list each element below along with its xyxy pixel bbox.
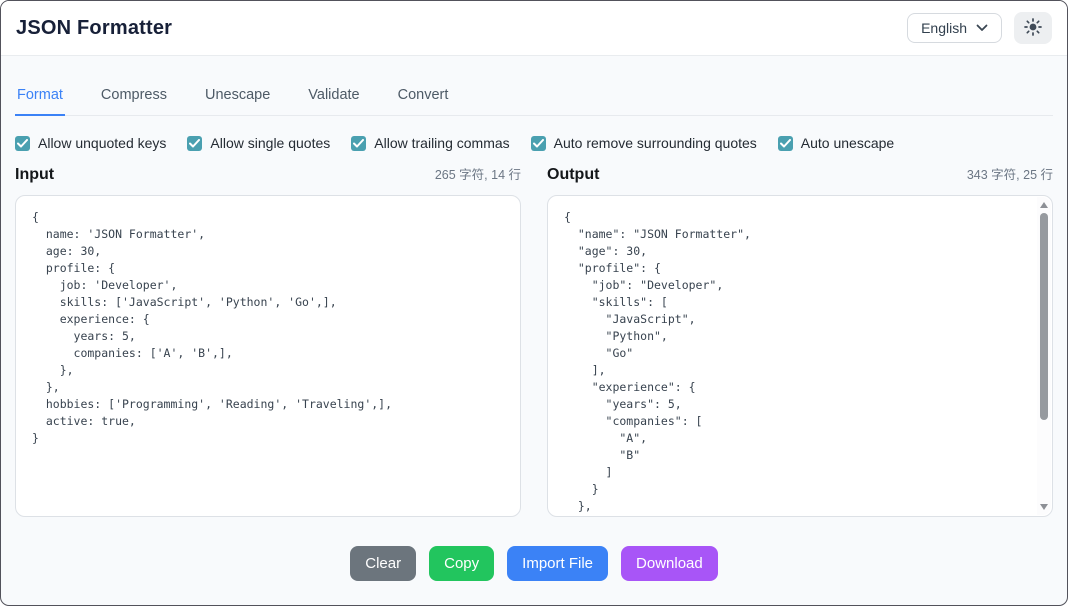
tab-convert[interactable]: Convert xyxy=(396,81,451,116)
input-editor[interactable]: { name: 'JSON Formatter', age: 30, profi… xyxy=(15,195,521,517)
output-panel-header: Output 343 字符, 25 行 xyxy=(547,164,1053,184)
scroll-down-arrow-icon[interactable] xyxy=(1040,504,1048,510)
scrollbar-thumb[interactable] xyxy=(1040,213,1048,420)
output-code: { "name": "JSON Formatter", "age": 30, "… xyxy=(548,196,1052,517)
option-label: Allow unquoted keys xyxy=(38,135,166,151)
option-allow-single-quotes[interactable]: Allow single quotes xyxy=(187,135,330,151)
option-allow-trailing-commas[interactable]: Allow trailing commas xyxy=(351,135,509,151)
language-select[interactable]: English xyxy=(907,13,1002,43)
header: JSON Formatter English xyxy=(1,1,1067,56)
option-label: Auto remove surrounding quotes xyxy=(554,135,757,151)
input-stats: 265 字符, 14 行 xyxy=(435,164,521,183)
output-column: Output 343 字符, 25 行 { "name": "JSON Form… xyxy=(547,154,1053,517)
option-allow-unquoted-keys[interactable]: Allow unquoted keys xyxy=(15,135,166,151)
checkbox-checked[interactable] xyxy=(187,136,202,151)
tab-compress[interactable]: Compress xyxy=(99,81,169,116)
option-label: Allow trailing commas xyxy=(374,135,509,151)
input-title: Input xyxy=(15,166,54,184)
input-column: Input 265 字符, 14 行 { name: 'JSON Formatt… xyxy=(15,154,521,517)
language-select-value: English xyxy=(921,20,967,36)
input-panel-header: Input 265 字符, 14 行 xyxy=(15,164,521,184)
json-formatter-app: JSON Formatter English xyxy=(0,0,1068,606)
sun-icon xyxy=(1024,18,1042,39)
output-scrollbar[interactable] xyxy=(1037,197,1051,515)
download-button[interactable]: Download xyxy=(621,546,718,581)
checkbox-checked[interactable] xyxy=(531,136,546,151)
action-buttons: Clear Copy Import File Download xyxy=(15,546,1053,581)
theme-toggle-button[interactable] xyxy=(1014,12,1052,44)
checkbox-checked[interactable] xyxy=(15,136,30,151)
input-code[interactable]: { name: 'JSON Formatter', age: 30, profi… xyxy=(16,196,520,460)
header-actions: English xyxy=(907,12,1052,44)
copy-button[interactable]: Copy xyxy=(429,546,494,581)
option-label: Allow single quotes xyxy=(210,135,330,151)
output-viewer: { "name": "JSON Formatter", "age": 30, "… xyxy=(547,195,1053,517)
chevron-down-icon xyxy=(976,24,988,32)
format-options: Allow unquoted keys Allow single quotes … xyxy=(15,135,1053,151)
option-label: Auto unescape xyxy=(801,135,894,151)
page-title: JSON Formatter xyxy=(16,17,172,40)
tab-bar: Format Compress Unescape Validate Conver… xyxy=(15,81,1053,116)
main-content: Format Compress Unescape Validate Conver… xyxy=(1,81,1067,581)
output-title: Output xyxy=(547,166,599,184)
import-file-button[interactable]: Import File xyxy=(507,546,608,581)
clear-button[interactable]: Clear xyxy=(350,546,416,581)
checkbox-checked[interactable] xyxy=(351,136,366,151)
checkbox-checked[interactable] xyxy=(778,136,793,151)
output-stats: 343 字符, 25 行 xyxy=(967,164,1053,183)
tab-unescape[interactable]: Unescape xyxy=(203,81,272,116)
option-auto-unescape[interactable]: Auto unescape xyxy=(778,135,894,151)
tab-validate[interactable]: Validate xyxy=(306,81,361,116)
option-auto-remove-surrounding-quotes[interactable]: Auto remove surrounding quotes xyxy=(531,135,757,151)
editor-panels: Input 265 字符, 14 行 { name: 'JSON Formatt… xyxy=(15,154,1053,517)
scroll-up-arrow-icon[interactable] xyxy=(1040,202,1048,208)
tab-format[interactable]: Format xyxy=(15,81,65,116)
